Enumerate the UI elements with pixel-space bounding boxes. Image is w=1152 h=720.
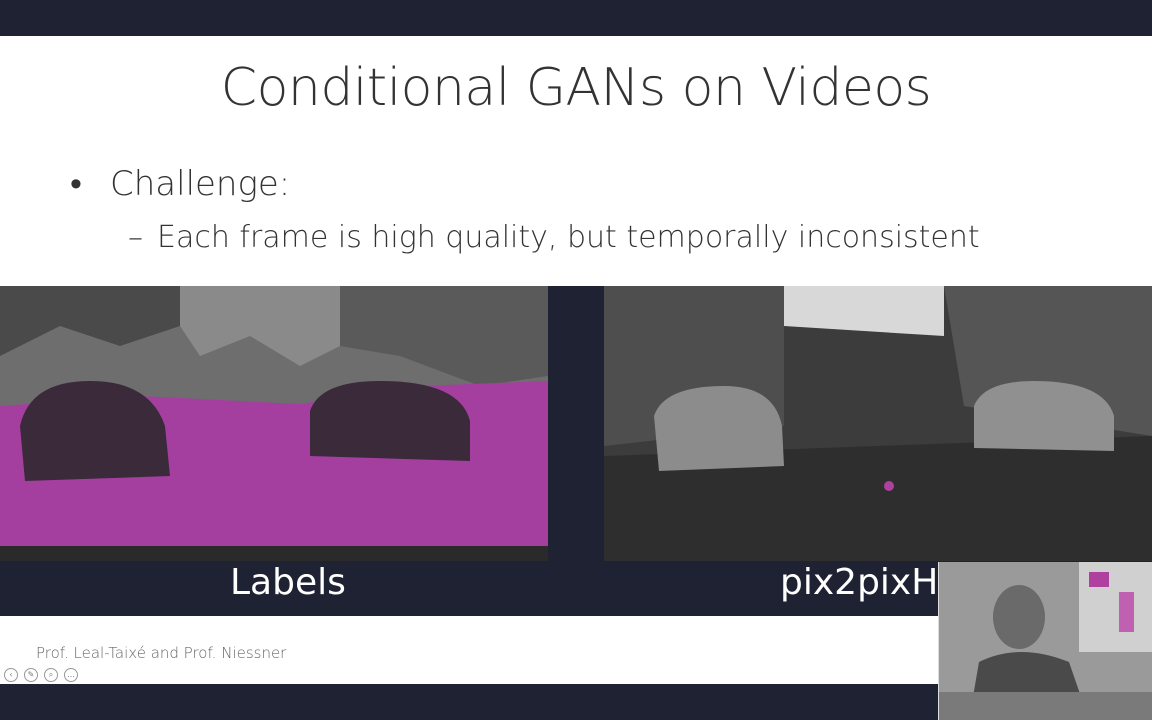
top-bar: [0, 0, 1152, 36]
labels-caption: Labels: [230, 562, 346, 603]
label-map-image: [0, 286, 548, 561]
bullet-text: Challenge:: [110, 164, 291, 204]
synthesized-street-image: [604, 286, 1152, 561]
pix2pixhd-frame: [604, 286, 1152, 561]
labels-frame: [0, 286, 548, 561]
prev-icon[interactable]: ‹: [4, 668, 18, 682]
zoom-icon[interactable]: ⌕: [44, 668, 58, 682]
pix2pixhd-caption: pix2pixH: [780, 562, 939, 603]
sub-bullet: – Each frame is high quality, but tempora…: [128, 220, 980, 255]
sub-bullet-text: Each frame is high quality, but temporal…: [157, 220, 980, 255]
slide-title: Conditional GANs on Videos: [220, 58, 932, 118]
presenter-webcam: [938, 562, 1152, 720]
presenter-video-image: [939, 562, 1152, 720]
pen-icon[interactable]: ✎: [24, 668, 38, 682]
presentation-controls: ‹ ✎ ⌕ …: [4, 668, 78, 682]
sub-bullet-marker: –: [128, 220, 143, 255]
bullet-challenge: • Challenge:: [70, 164, 290, 204]
more-icon[interactable]: …: [64, 668, 78, 682]
slide-footer: Prof. Leal-Taixé and Prof. Niessner: [36, 644, 287, 662]
bullet-marker: •: [70, 164, 82, 204]
